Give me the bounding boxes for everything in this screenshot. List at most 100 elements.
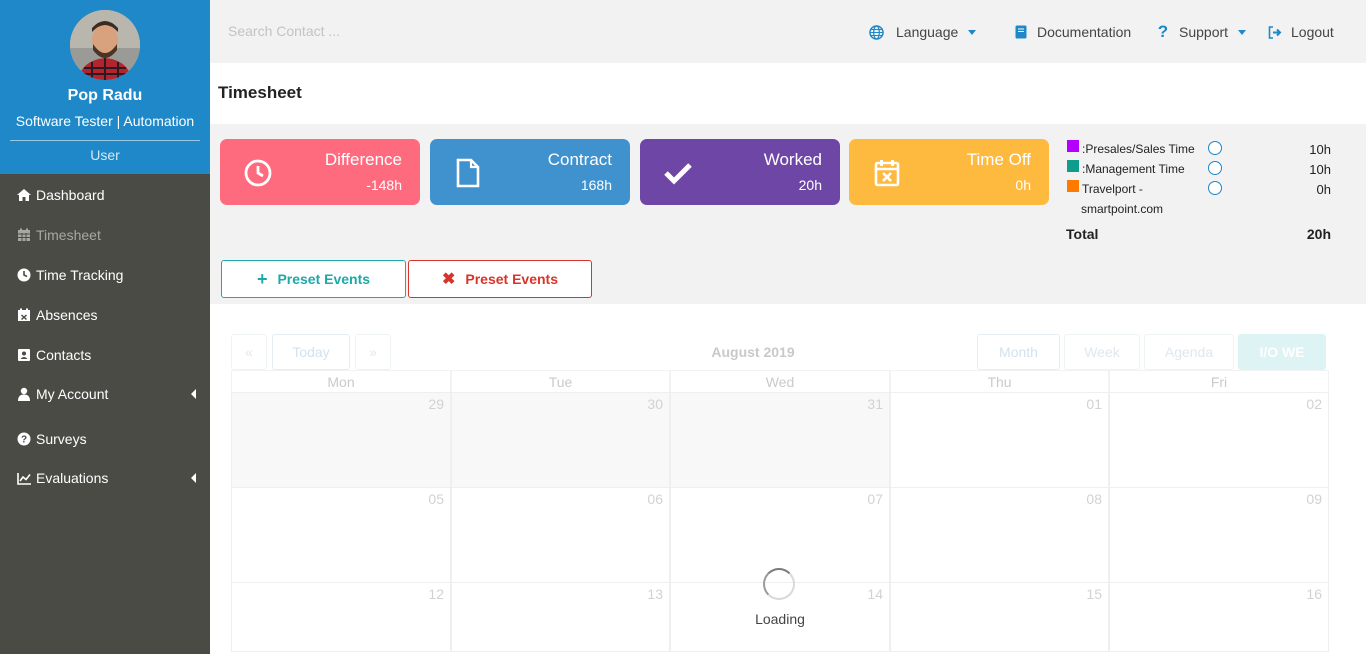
search-contact-input[interactable] bbox=[228, 18, 528, 44]
line-chart-icon bbox=[16, 470, 32, 486]
profile-panel: Pop Radu Software Tester | Automation Us… bbox=[0, 0, 210, 174]
view-io-we-button[interactable]: I/O WE bbox=[1238, 334, 1326, 370]
day-number: 08 bbox=[1086, 491, 1102, 507]
sidebar-item-timesheet[interactable]: Timesheet bbox=[0, 220, 210, 250]
plus-icon: + bbox=[256, 268, 268, 289]
dropdown-caret-icon bbox=[968, 29, 977, 35]
view-month-button[interactable]: Month bbox=[977, 334, 1060, 370]
worked-card: Worked 20h bbox=[640, 139, 840, 205]
sidebar-item-label: Timesheet bbox=[36, 227, 101, 243]
legend-total-value: 20h bbox=[1306, 226, 1331, 242]
day-cell[interactable]: 02 bbox=[1109, 392, 1329, 488]
day-number: 09 bbox=[1306, 491, 1322, 507]
view-week-button[interactable]: Week bbox=[1064, 334, 1140, 370]
legend-row: Travelport - smartpoint.com 0h bbox=[1066, 179, 1332, 219]
card-value: 168h bbox=[580, 177, 612, 193]
sidebar-item-my-account[interactable]: My Account bbox=[0, 379, 210, 409]
calendar-section: « Today » August 2019 Month Week Agenda … bbox=[210, 304, 1366, 654]
loading-label: Loading bbox=[755, 611, 805, 627]
sidebar-item-surveys[interactable]: ? Surveys bbox=[0, 424, 210, 454]
times-icon: ✖ bbox=[441, 271, 456, 288]
page-header: Timesheet bbox=[210, 63, 1366, 124]
weekday-header: Fri bbox=[1109, 370, 1329, 392]
today-label: Today bbox=[292, 344, 330, 360]
month-label: Month bbox=[999, 344, 1038, 360]
sidebar-item-time-tracking[interactable]: Time Tracking bbox=[0, 260, 210, 290]
view-agenda-button[interactable]: Agenda bbox=[1144, 334, 1234, 370]
sidebar-item-contacts[interactable]: Contacts bbox=[0, 340, 210, 370]
day-cell[interactable]: 31 bbox=[670, 392, 890, 488]
calendar-prev-button[interactable]: « bbox=[231, 334, 267, 370]
day-cell[interactable]: 01 bbox=[890, 392, 1109, 488]
question-icon: ? bbox=[1157, 22, 1169, 41]
file-icon bbox=[452, 157, 484, 189]
legend-label: :Management Time bbox=[1082, 162, 1185, 176]
sidebar-item-label: Time Tracking bbox=[36, 267, 124, 283]
legend-radio[interactable] bbox=[1208, 141, 1222, 155]
day-cell[interactable]: 05 bbox=[231, 487, 451, 583]
app-root: Pop Radu Software Tester | Automation Us… bbox=[0, 0, 1366, 654]
day-number: 31 bbox=[867, 396, 883, 412]
address-card-icon bbox=[16, 347, 32, 363]
loading-spinner-icon bbox=[763, 568, 795, 600]
remove-preset-events-button[interactable]: ✖ Preset Events bbox=[408, 260, 592, 298]
legend-radio[interactable] bbox=[1208, 181, 1222, 195]
calendar-x-icon bbox=[16, 307, 32, 323]
day-number: 14 bbox=[867, 586, 883, 602]
io-we-label: I/O WE bbox=[1259, 344, 1305, 360]
home-icon bbox=[16, 187, 32, 203]
card-value: 0h bbox=[1015, 177, 1031, 193]
calendar-today-button[interactable]: Today bbox=[272, 334, 350, 370]
sidebar-item-absences[interactable]: Absences bbox=[0, 300, 210, 330]
calendar-next-button[interactable]: » bbox=[355, 334, 391, 370]
legend-label: Travelport - bbox=[1082, 182, 1143, 196]
day-number: 02 bbox=[1306, 396, 1322, 412]
difference-card: Difference -148h bbox=[220, 139, 420, 205]
legend-value: 10h bbox=[1309, 142, 1331, 157]
day-cell[interactable]: 15 bbox=[890, 582, 1109, 652]
day-cell[interactable]: 16 bbox=[1109, 582, 1329, 652]
legend-value: 10h bbox=[1309, 162, 1331, 177]
weekday-header: Wed bbox=[670, 370, 890, 392]
sidebar-item-evaluations[interactable]: Evaluations bbox=[0, 463, 210, 493]
day-cell[interactable]: 09 bbox=[1109, 487, 1329, 583]
sidebar: Pop Radu Software Tester | Automation Us… bbox=[0, 0, 210, 654]
logout-link[interactable]: Logout bbox=[1267, 22, 1334, 42]
day-cell[interactable]: 13 bbox=[451, 582, 670, 652]
legend-radio[interactable] bbox=[1208, 161, 1222, 175]
day-cell[interactable]: 29 bbox=[231, 392, 451, 488]
day-number: 01 bbox=[1086, 396, 1102, 412]
day-number: 07 bbox=[867, 491, 883, 507]
profile-user-type: User bbox=[90, 147, 120, 163]
documentation-link[interactable]: Documentation bbox=[1013, 22, 1131, 42]
globe-icon bbox=[868, 24, 884, 40]
legend-total-label: Total bbox=[1066, 226, 1099, 242]
legend-value: 0h bbox=[1316, 182, 1331, 197]
caret-left-icon bbox=[191, 473, 196, 483]
card-label: Time Off bbox=[966, 150, 1031, 169]
add-preset-events-button[interactable]: + Preset Events bbox=[221, 260, 406, 298]
legend-swatch bbox=[1067, 140, 1079, 152]
support-dropdown[interactable]: ? Support bbox=[1155, 22, 1247, 42]
sidebar-item-label: Dashboard bbox=[36, 187, 105, 203]
language-label: Language bbox=[896, 24, 959, 40]
day-number: 13 bbox=[647, 586, 663, 602]
clock-icon bbox=[242, 157, 274, 189]
legend-swatch bbox=[1067, 180, 1079, 192]
sidebar-item-label: My Account bbox=[36, 386, 109, 402]
day-cell[interactable]: 12 bbox=[231, 582, 451, 652]
caret-left-icon bbox=[191, 389, 196, 399]
avatar[interactable] bbox=[70, 10, 140, 80]
add-preset-events-label: Preset Events bbox=[277, 271, 371, 287]
day-number: 16 bbox=[1306, 586, 1322, 602]
language-dropdown[interactable]: Language bbox=[868, 22, 977, 42]
legend-label-continued: smartpoint.com bbox=[1081, 202, 1164, 216]
day-cell[interactable]: 30 bbox=[451, 392, 670, 488]
sign-out-icon bbox=[1267, 24, 1283, 40]
day-cell[interactable]: 06 bbox=[451, 487, 670, 583]
day-cell[interactable]: 08 bbox=[890, 487, 1109, 583]
sidebar-item-dashboard[interactable]: Dashboard bbox=[0, 180, 210, 210]
dropdown-caret-icon bbox=[1238, 29, 1247, 35]
card-label: Difference bbox=[324, 150, 402, 169]
weekday-header: Thu bbox=[890, 370, 1109, 392]
